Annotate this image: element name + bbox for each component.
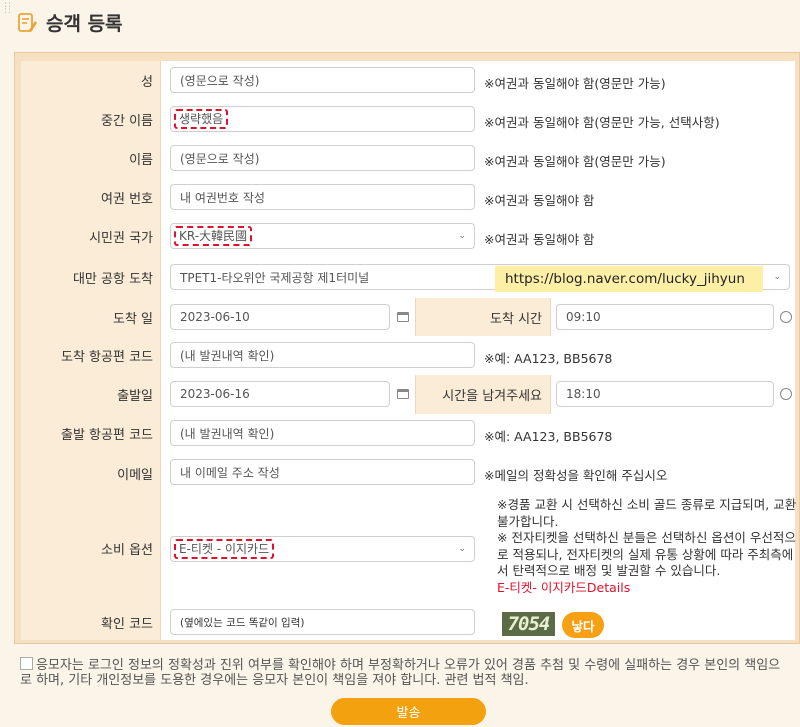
consumption-notes: ※경품 교환 시 선택하신 소비 골드 종류로 지급되며, 교환 불가합니다. … [497,497,797,596]
row-departure-datetime: 출발일 2023-06-16 시간을 남겨주세요 18:10 [21,375,795,415]
consumption-details-link[interactable]: E-티켓- 이지카드Details [497,580,797,597]
calendar-icon[interactable] [397,312,409,322]
nationality-label: 시민권 국가 [21,217,161,256]
departure-flight-note: ※예: AA123, BB5678 [484,429,613,444]
consumption-label: 소비 옵션 [21,493,161,604]
clock-icon[interactable] [780,311,792,323]
consumption-note-2: ※ 전자티켓을 선택하신 분들은 선택하신 옵션이 우선적으로 적용되나, 전자… [497,530,796,578]
arrival-flight-input[interactable]: (내 발권내역 확인) [170,342,475,368]
calendar-icon[interactable] [397,389,409,399]
middle-name-value: 생략했음 [174,109,229,129]
submit-button[interactable]: 발송 [331,698,486,725]
departure-flight-input[interactable]: (내 발권내역 확인) [170,420,475,446]
chevron-down-icon: ⌄ [458,231,466,241]
nationality-value: KR-大韓民國 [174,226,253,246]
passport-input[interactable]: 내 여권번호 작성 [170,184,475,210]
arrival-flight-label: 도착 항공편 코드 [21,336,161,375]
middle-name-label: 중간 이름 [21,100,161,139]
passport-label: 여권 번호 [21,178,161,217]
consumption-select[interactable]: E-티켓 - 이지카드 ⌄ [170,536,475,562]
page-title: 승객 등록 [46,13,123,35]
row-nationality: 시민권 국가 KR-大韓民國 ⌄ ※여권과 동일해야 함 [21,217,795,257]
captcha-image: 7054 [502,612,555,636]
email-label: 이메일 [21,453,161,493]
clock-icon[interactable] [780,388,792,400]
captcha-confirm-button[interactable]: 낳다 [562,612,604,638]
chevron-down-icon: ⌄ [773,272,781,282]
row-consumption: 소비 옵션 E-티켓 - 이지카드 ⌄ ※경품 교환 시 선택하신 소비 골드 … [21,493,797,605]
form-edit-icon [18,13,37,32]
captcha-label: 확인 코드 [21,604,161,640]
top-bar: :::: 승객 등록 [0,0,800,44]
given-name-label: 이름 [21,139,161,178]
consumption-value: E-티켓 - 이지카드 [174,539,275,559]
email-input[interactable]: 내 이메일 주소 작성 [170,459,475,485]
middle-name-note: ※여권과 동일해야 함(영문만 가능, 선택사항) [484,115,720,130]
surname-note: ※여권과 동일해야 함(영문만 가능) [484,76,666,91]
surname-input[interactable]: (영문으로 작성) [170,67,475,93]
passport-note: ※여권과 동일해야 함 [484,193,595,208]
arrival-time-input[interactable]: 09:10 [556,304,774,330]
middle-name-input[interactable]: 생략했음 [170,106,475,132]
arrival-date-label: 도착 일 [21,298,161,336]
drag-grip-icon: :::: [4,0,13,16]
surname-label: 성 [21,61,161,100]
email-note: ※메일의 정확성을 확인해 주십시오 [484,468,668,483]
row-passport: 여권 번호 내 여권번호 작성 ※여권과 동일해야 함 [21,178,795,218]
agreement: 응모자는 로그인 정보의 정확성과 진위 여부를 확인해야 하며 부정확하거나 … [20,657,792,688]
row-arrival-datetime: 도착 일 2023-06-10 도착 시간 09:10 [21,298,795,337]
arrival-airport-value: TPET1-타오위안 국제공항 제1터미널 [180,270,370,285]
agreement-text: 응모자는 로그인 정보의 정확성과 진위 여부를 확인해야 하며 부정확하거나 … [20,658,781,688]
agree-checkbox[interactable] [20,657,33,670]
row-given-name: 이름 (영문으로 작성) ※여권과 동일해야 함(영문만 가능) [21,139,795,179]
row-arrival-flight: 도착 항공편 코드 (내 발권내역 확인) ※예: AA123, BB5678 [21,336,795,376]
departure-time-input[interactable]: 18:10 [556,381,774,407]
arrival-airport-label: 대만 공항 도착 [21,256,161,298]
row-email: 이메일 내 이메일 주소 작성 ※메일의 정확성을 확인해 주십시오 [21,453,795,494]
captcha-input[interactable]: (옆에있는 코드 똑같이 입력) [170,609,475,635]
departure-date-label: 출발일 [21,375,161,414]
registration-form: 성 (영문으로 작성) ※여권과 동일해야 함(영문만 가능) 중간 이름 생략… [14,52,800,644]
row-middle-name: 중간 이름 생략했음 ※여권과 동일해야 함(영문만 가능, 선택사항) [21,100,795,140]
row-departure-flight: 출발 항공편 코드 (내 발권내역 확인) ※예: AA123, BB5678 [21,414,795,454]
departure-flight-label: 출발 항공편 코드 [21,414,161,453]
blog-watermark: https://blog.naver.com/lucky_jihyun [495,266,763,292]
given-name-note: ※여권과 동일해야 함(영문만 가능) [484,154,666,169]
departure-time-label: 시간을 남겨주세요 [415,375,551,414]
chevron-down-icon: ⌄ [458,544,466,554]
given-name-input[interactable]: (영문으로 작성) [170,145,475,171]
arrival-flight-note: ※예: AA123, BB5678 [484,351,613,366]
departure-date-input[interactable]: 2023-06-16 [170,381,390,407]
consumption-note-1: ※경품 교환 시 선택하신 소비 골드 종류로 지급되며, 교환 불가합니다. [497,497,797,529]
nationality-note: ※여권과 동일해야 함 [484,232,595,247]
arrival-time-label: 도착 시간 [415,298,551,336]
row-arrival-airport: 대만 공항 도착 TPET1-타오위안 국제공항 제1터미널 ⌄ https:/… [21,256,795,299]
arrival-date-input[interactable]: 2023-06-10 [170,304,390,330]
row-surname: 성 (영문으로 작성) ※여권과 동일해야 함(영문만 가능) [21,61,795,101]
nationality-select[interactable]: KR-大韓民國 ⌄ [170,223,475,249]
row-captcha: 확인 코드 (옆에있는 코드 똑같이 입력) 7054 낳다 [21,604,795,641]
